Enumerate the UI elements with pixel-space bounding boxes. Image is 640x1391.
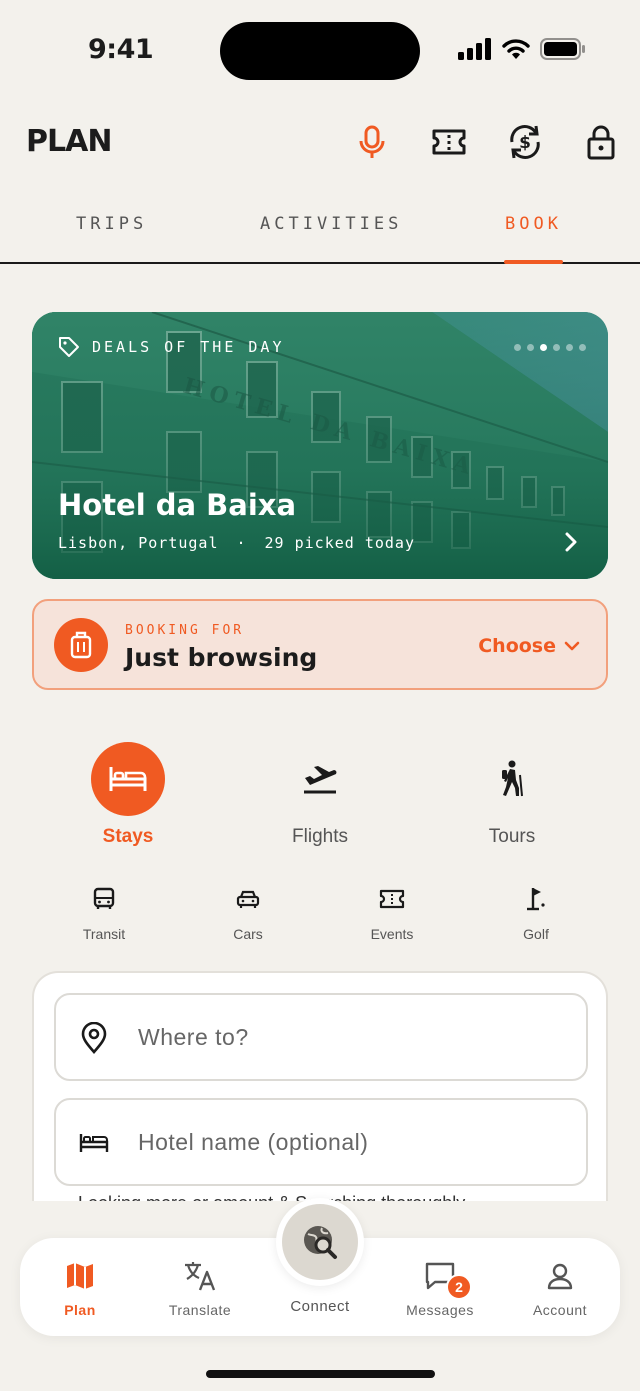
category-label: Cars: [233, 926, 263, 942]
carousel-dot[interactable]: [527, 344, 534, 351]
carousel-dot[interactable]: [566, 344, 573, 351]
hiker-icon: [475, 742, 549, 816]
status-time: 9:41: [88, 34, 154, 65]
hotel-name-placeholder: Hotel name (optional): [138, 1129, 369, 1155]
category-label: Stays: [102, 826, 154, 847]
deal-meta: Lisbon, Portugal · 29 picked today: [58, 534, 415, 552]
bed-icon: [91, 742, 165, 816]
battery-icon: [540, 38, 585, 60]
ticket-icon: [332, 882, 452, 916]
home-indicator: [206, 1370, 435, 1378]
cellular-signal-icon: [458, 38, 491, 60]
bus-icon: [44, 882, 164, 916]
carousel-dot-active[interactable]: [540, 344, 547, 351]
category-transit[interactable]: Transit: [44, 882, 164, 942]
chevron-down-icon: [564, 641, 580, 651]
ticket-icon[interactable]: [429, 122, 469, 162]
booking-for-selector[interactable]: BOOKING FOR Just browsing Choose: [32, 599, 608, 690]
svg-text:$: $: [519, 133, 531, 153]
tab-book[interactable]: BOOK: [505, 214, 562, 234]
active-tab-indicator: [504, 260, 563, 264]
truncated-text: Looking more or amount & Searching thoro…: [78, 1193, 465, 1201]
globe-search-icon: [282, 1204, 358, 1280]
category-golf[interactable]: Golf: [476, 882, 596, 942]
category-flights[interactable]: Flights: [220, 742, 420, 848]
tab-trips[interactable]: TRIPS: [76, 214, 147, 234]
carousel-dot[interactable]: [553, 344, 560, 351]
category-label: Flights: [292, 826, 348, 847]
wifi-icon: [502, 39, 530, 59]
connect-button[interactable]: [276, 1198, 364, 1286]
nav-label-connect: Connect: [290, 1298, 350, 1315]
carousel-dots[interactable]: [514, 344, 586, 351]
category-label: Events: [370, 926, 414, 942]
nav-label: Plan: [64, 1302, 96, 1318]
deal-kicker: DEALS OF THE DAY: [92, 338, 285, 356]
tab-activities[interactable]: ACTIVITIES: [260, 214, 402, 234]
plane-departure-icon: [283, 742, 357, 816]
status-bar: 9:41: [0, 0, 640, 100]
top-tabs: TRIPS ACTIVITIES BOOK: [0, 196, 640, 264]
chat-icon: [380, 1258, 500, 1294]
nav-translate[interactable]: Translate: [140, 1258, 260, 1318]
category-tours[interactable]: Tours: [412, 742, 612, 848]
person-icon: [500, 1258, 620, 1294]
nav-label: Messages: [406, 1302, 474, 1318]
lock-icon[interactable]: [581, 122, 621, 162]
car-icon: [188, 882, 308, 916]
category-label: Transit: [82, 926, 126, 942]
hotel-name-field[interactable]: Hotel name (optional): [54, 1098, 588, 1186]
golf-flag-icon: [476, 882, 596, 916]
choose-button[interactable]: Choose: [478, 635, 580, 657]
deal-title: Hotel da Baixa: [58, 488, 297, 522]
map-icon: [20, 1258, 140, 1294]
carousel-dot[interactable]: [514, 344, 521, 351]
translate-icon: [140, 1258, 260, 1294]
dynamic-island: [220, 22, 420, 80]
location-pin-icon: [78, 1022, 110, 1054]
nav-plan[interactable]: Plan: [20, 1258, 140, 1318]
luggage-icon: [54, 618, 108, 672]
deal-picked-count: 29 picked today: [264, 534, 415, 552]
nav-messages[interactable]: 2 Messages: [380, 1258, 500, 1318]
category-events[interactable]: Events: [332, 882, 452, 942]
booking-for-label: BOOKING FOR: [125, 623, 245, 638]
currency-exchange-icon[interactable]: $: [505, 122, 545, 162]
nav-label: Translate: [168, 1302, 232, 1318]
microphone-icon[interactable]: [352, 122, 392, 162]
choose-label: Choose: [478, 635, 556, 657]
deal-of-the-day-card[interactable]: HOTEL DA BAIXA DEALS OF THE DAY Hotel da…: [32, 312, 608, 579]
destination-placeholder: Where to?: [138, 1024, 249, 1050]
deal-location: Lisbon, Portugal: [58, 534, 219, 552]
category-label: Tours: [488, 826, 536, 847]
category-cars[interactable]: Cars: [188, 882, 308, 942]
search-form-card: Where to? Hotel name (optional) Looking …: [32, 971, 608, 1201]
chevron-right-icon[interactable]: [564, 532, 578, 557]
booking-for-value: Just browsing: [125, 643, 318, 672]
price-tag-icon: [59, 337, 79, 357]
deal-tag: DEALS OF THE DAY: [58, 336, 285, 358]
destination-field[interactable]: Where to?: [54, 993, 588, 1081]
category-label: Golf: [523, 926, 549, 942]
bed-icon: [78, 1127, 110, 1159]
meta-separator: ·: [236, 534, 247, 552]
unread-badge: 2: [446, 1274, 472, 1300]
nav-account[interactable]: Account: [500, 1258, 620, 1318]
app-header: PLAN $: [0, 110, 640, 174]
nav-label: Account: [532, 1302, 588, 1318]
page-title: PLAN: [26, 124, 112, 159]
carousel-dot[interactable]: [579, 344, 586, 351]
category-stays[interactable]: Stays: [28, 742, 228, 848]
status-icons: [458, 38, 586, 60]
